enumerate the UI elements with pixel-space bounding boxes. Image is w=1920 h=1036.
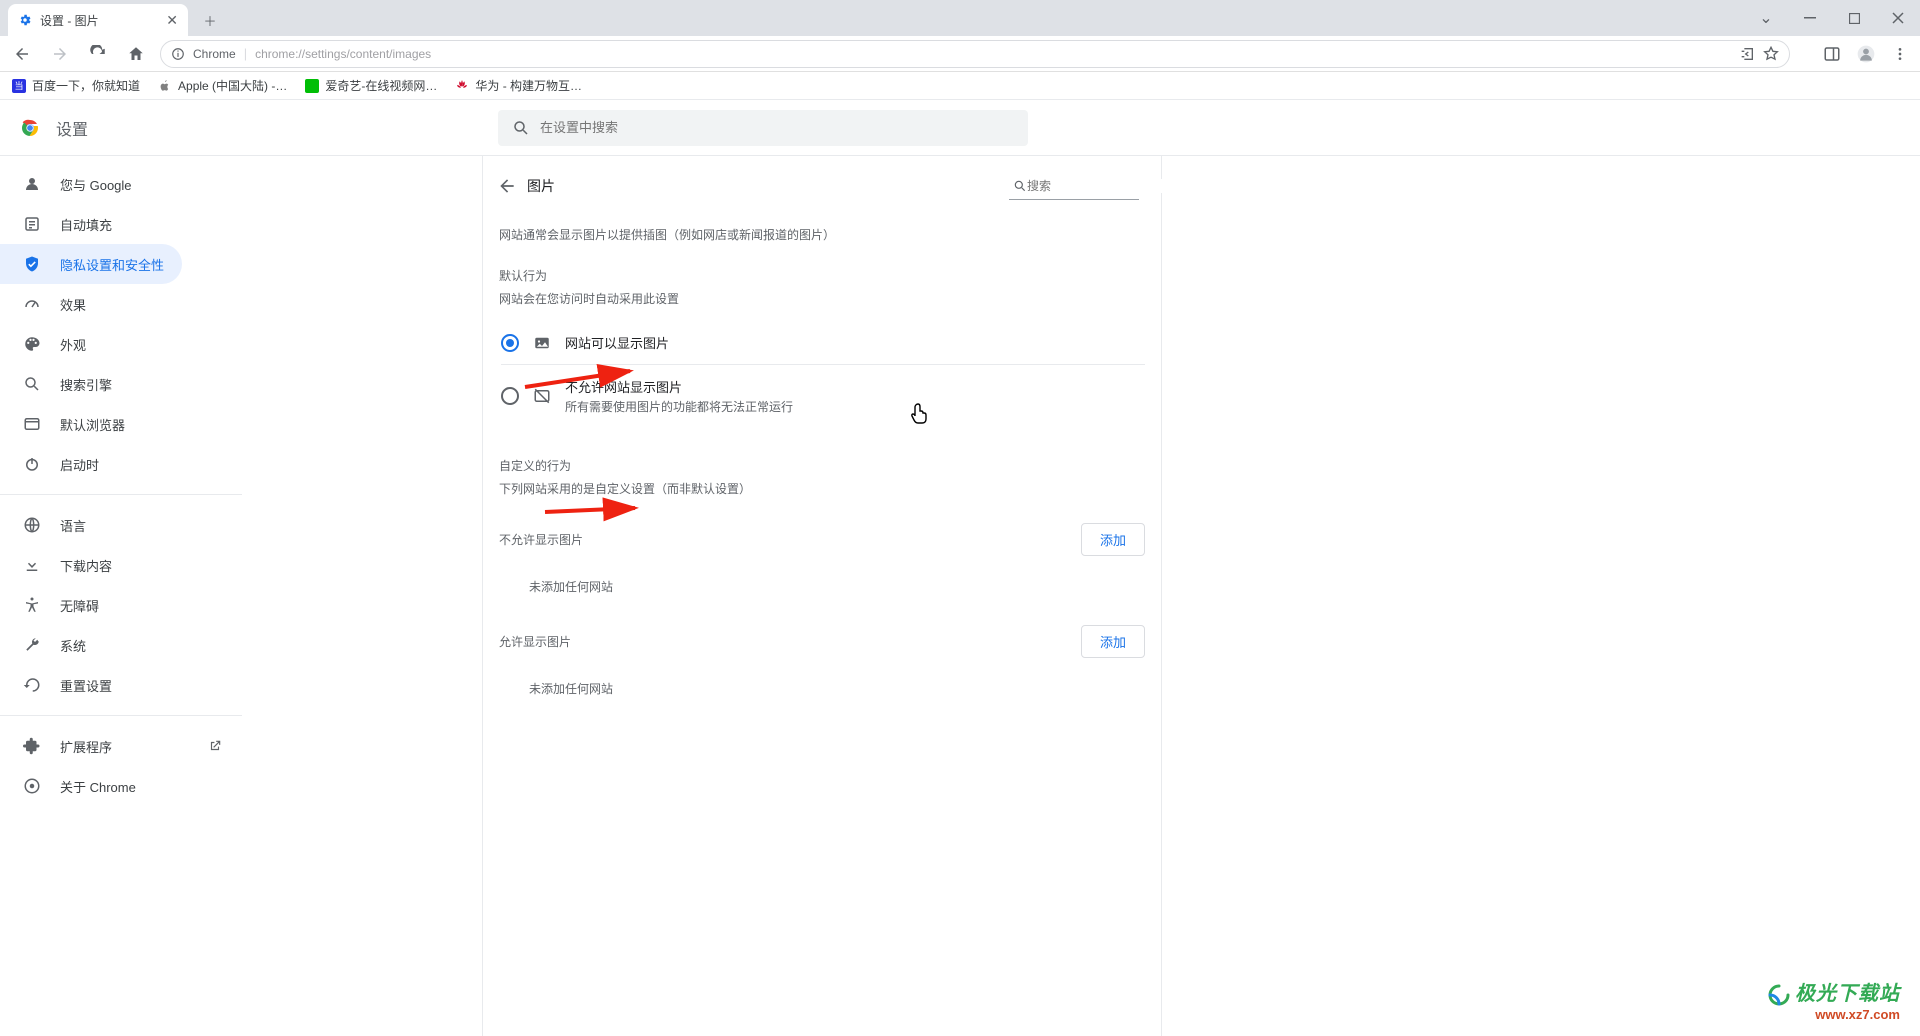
sidebar-item-startup[interactable]: 启动时 — [0, 444, 182, 484]
side-panel-icon[interactable] — [1820, 42, 1844, 66]
minimize-button[interactable] — [1788, 0, 1832, 36]
page-back-button[interactable] — [491, 170, 523, 202]
default-behavior-sub: 网站会在您访问时自动采用此设置 — [499, 290, 1145, 307]
sidebar-item-system[interactable]: 系统 — [0, 625, 182, 665]
close-window-button[interactable] — [1876, 0, 1920, 36]
huawei-icon — [455, 79, 469, 93]
browser-icon — [22, 415, 42, 433]
forward-button[interactable] — [46, 40, 74, 68]
page-title: 图片 — [527, 176, 555, 196]
sidebar-item-language[interactable]: 语言 — [0, 505, 182, 545]
image-icon — [533, 334, 551, 352]
page-search[interactable] — [1009, 172, 1139, 200]
search-icon — [512, 119, 530, 137]
sidebar-item-downloads[interactable]: 下载内容 — [0, 545, 182, 585]
page-description: 网站通常会显示图片以提供插图（例如网店或新闻报道的图片） — [499, 226, 1145, 243]
sidebar-item-autofill[interactable]: 自动填充 — [0, 204, 182, 244]
browser-tab[interactable]: 设置 - 图片 ✕ — [8, 4, 188, 36]
option-block-images[interactable]: 不允许网站显示图片所有需要使用图片的功能都将无法正常运行 — [501, 365, 1145, 427]
power-icon — [22, 455, 42, 473]
settings-title: 设置 — [56, 116, 88, 140]
back-button[interactable] — [8, 40, 36, 68]
sidebar-item-about[interactable]: 关于 Chrome — [0, 766, 182, 806]
chrome-logo-icon — [18, 116, 42, 140]
settings-content: 图片 网站通常会显示图片以提供插图（例如网店或新闻报道的图片） 默认行为 网站会… — [482, 156, 1162, 1036]
palette-icon — [22, 335, 42, 353]
search-icon — [22, 375, 42, 393]
bookmark-item[interactable]: Apple (中国大陆) -… — [158, 77, 287, 94]
block-list-label: 不允许显示图片 — [499, 531, 583, 548]
site-info-icon[interactable] — [171, 47, 185, 61]
sidebar-item-appearance[interactable]: 外观 — [0, 324, 182, 364]
radio-selected-icon[interactable] — [501, 334, 519, 352]
sidebar-item-performance[interactable]: 效果 — [0, 284, 182, 324]
block-list-empty: 未添加任何网站 — [499, 568, 1145, 613]
maximize-button[interactable] — [1832, 0, 1876, 36]
add-allow-site-button[interactable]: 添加 — [1081, 625, 1145, 658]
default-behavior-heading: 默认行为 — [499, 267, 1145, 284]
globe-icon — [22, 516, 42, 534]
sidebar-item-you-and-google[interactable]: 您与 Google — [0, 164, 182, 204]
url-scheme: Chrome — [193, 47, 236, 61]
bookmark-item[interactable]: 当百度一下，你就知道 — [12, 77, 140, 94]
autofill-icon — [22, 215, 42, 233]
watermark: 极光下载站 www.xz7.com — [1767, 977, 1900, 1022]
download-icon — [22, 556, 42, 574]
sidebar-item-reset[interactable]: 重置设置 — [0, 665, 182, 705]
sidebar-item-accessibility[interactable]: 无障碍 — [0, 585, 182, 625]
settings-search[interactable] — [498, 110, 1028, 146]
tabs-dropdown-icon[interactable]: ⌄ — [1744, 0, 1788, 36]
url-text: chrome://settings/content/images — [255, 47, 1731, 61]
search-icon — [1013, 179, 1027, 193]
sidebar-item-extensions[interactable]: 扩展程序 — [0, 726, 182, 766]
sidebar-item-search-engine[interactable]: 搜索引擎 — [0, 364, 182, 404]
menu-icon[interactable] — [1888, 42, 1912, 66]
allow-list-label: 允许显示图片 — [499, 633, 571, 650]
page-search-input[interactable] — [1027, 179, 1182, 193]
open-external-icon — [208, 739, 222, 753]
restore-icon — [22, 676, 42, 694]
settings-sidebar: 您与 Google 自动填充 隐私设置和安全性 效果 外观 搜索引擎 默认浏览器… — [0, 156, 250, 1036]
settings-search-input[interactable] — [540, 120, 1014, 135]
bookmark-item[interactable]: 华为 - 构建万物互… — [455, 77, 582, 94]
bookmark-item[interactable]: 爱奇艺-在线视频网… — [305, 77, 437, 94]
allow-list-empty: 未添加任何网站 — [499, 670, 1145, 715]
new-tab-button[interactable]: ＋ — [196, 6, 224, 34]
add-block-site-button[interactable]: 添加 — [1081, 523, 1145, 556]
tab-title: 设置 - 图片 — [40, 12, 166, 29]
apple-icon — [158, 79, 172, 93]
bookmark-star-icon[interactable] — [1763, 46, 1779, 62]
custom-behavior-sub: 下列网站采用的是自定义设置（而非默认设置） — [499, 480, 1145, 497]
custom-behavior-heading: 自定义的行为 — [499, 457, 1145, 474]
radio-unselected-icon[interactable] — [501, 387, 519, 405]
shield-icon — [22, 255, 42, 273]
sidebar-item-default-browser[interactable]: 默认浏览器 — [0, 404, 182, 444]
option-allow-images[interactable]: 网站可以显示图片 — [501, 321, 1145, 365]
bookmarks-bar: 当百度一下，你就知道 Apple (中国大陆) -… 爱奇艺-在线视频网… 华为… — [0, 72, 1920, 100]
speed-icon — [22, 295, 42, 313]
close-tab-icon[interactable]: ✕ — [166, 12, 178, 29]
profile-icon[interactable] — [1854, 42, 1878, 66]
image-off-icon — [533, 387, 551, 405]
extension-icon — [22, 737, 42, 755]
gear-icon — [18, 13, 32, 27]
person-icon — [22, 175, 42, 193]
share-icon[interactable] — [1739, 46, 1755, 62]
accessibility-icon — [22, 596, 42, 614]
reload-button[interactable] — [84, 40, 112, 68]
home-button[interactable] — [122, 40, 150, 68]
chrome-icon — [22, 777, 42, 795]
wrench-icon — [22, 636, 42, 654]
address-bar[interactable]: Chrome | chrome://settings/content/image… — [160, 40, 1790, 68]
sidebar-item-privacy[interactable]: 隐私设置和安全性 — [0, 244, 182, 284]
